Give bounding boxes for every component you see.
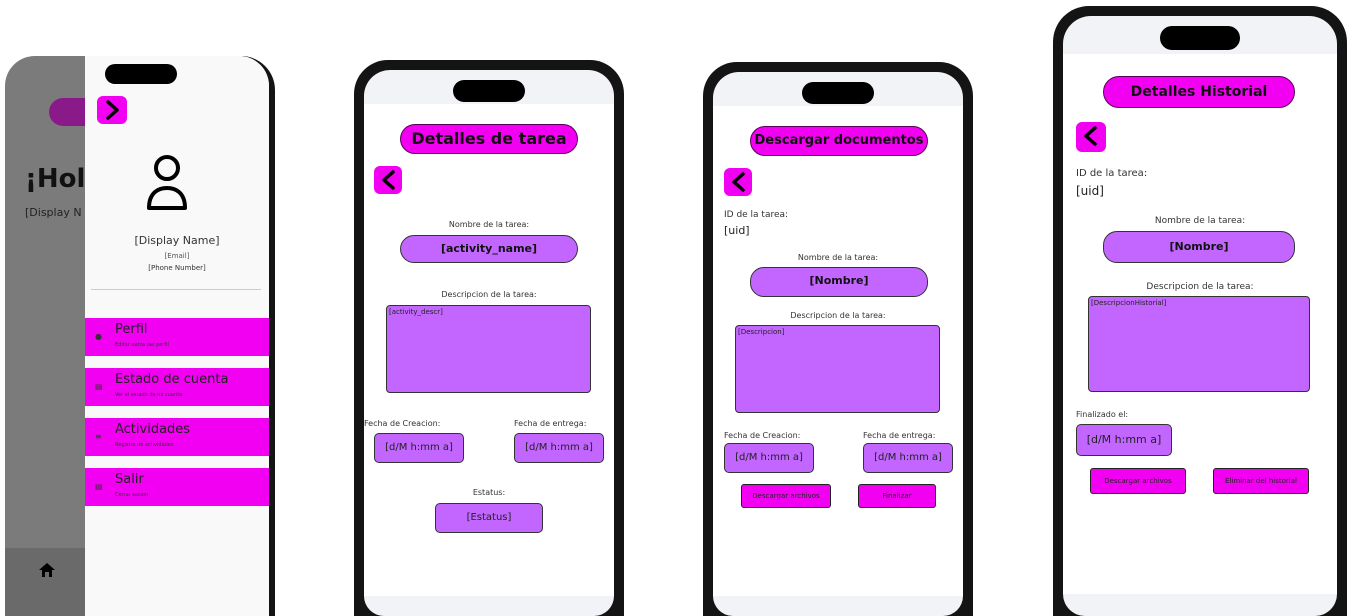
task-details-screen: Detalles de tarea Nombre de la tarea: [a…: [364, 70, 614, 616]
history-screen: Detalles Historial ID de la tarea: [uid]…: [1063, 16, 1337, 616]
name-field[interactable]: [activity_name]: [400, 235, 578, 263]
greeting-text: ¡Hol: [25, 164, 86, 194]
desc-label: Descripcion de la tarea:: [441, 290, 537, 299]
due-date-field[interactable]: [d/M h:mm a]: [863, 443, 953, 473]
back-button[interactable]: [374, 166, 402, 194]
account-icon: ▤: [95, 382, 103, 391]
chevron-left-icon: [732, 172, 745, 192]
notch: [453, 80, 525, 102]
person-icon: ●: [95, 332, 102, 341]
chevron-right-icon: [106, 100, 119, 120]
menu-item-salir[interactable]: ▤ Salir Cerrar sesion: [85, 468, 269, 506]
id-label: ID de la tarea:: [724, 210, 789, 220]
drawer-display-name: [Display Name]: [134, 234, 220, 247]
drawer-divider: [91, 289, 261, 290]
drawer-email: [Email]: [164, 252, 190, 260]
name-field[interactable]: [Nombre]: [1103, 231, 1295, 263]
description-field[interactable]: [Descripcion]: [735, 325, 940, 413]
scrim-background[interactable]: ¡Hol [Display N: [5, 56, 99, 616]
drawer-screen: ¡Hol [Display N [Display Name] [Email] […: [5, 56, 269, 616]
name-label: Nombre de la tarea:: [1154, 216, 1246, 226]
activities-icon: ≡: [95, 432, 102, 441]
menu-item-subtitle: Editar datos del perfil: [115, 342, 169, 348]
navigation-drawer: [Display Name] [Email] [Phone Number] ● …: [85, 56, 269, 616]
menu-item-perfil[interactable]: ● Perfil Editar datos del perfil: [85, 318, 269, 356]
menu-item-estado-de-cuenta[interactable]: ▤ Estado de cuenta Ver el estado de mi c…: [85, 368, 269, 406]
display-name-partial: [Display N: [25, 206, 82, 219]
status-field[interactable]: [Estatus]: [435, 503, 543, 533]
menu-item-title: Perfil: [115, 322, 148, 337]
phone-drawer: ¡Hol [Display N [Display Name] [Email] […: [5, 56, 275, 616]
drawer-phone: [Phone Number]: [148, 264, 206, 272]
created-date-field[interactable]: [d/M h:mm a]: [374, 433, 464, 463]
download-screen: Descargar documentos ID de la tarea: [ui…: [713, 72, 963, 616]
id-value: [uid]: [1076, 184, 1104, 198]
logout-icon: ▤: [95, 482, 103, 491]
user-icon: [145, 154, 189, 216]
download-files-button[interactable]: Descargar archivos: [1090, 468, 1186, 494]
finished-label: Finalizado el:: [1076, 410, 1129, 419]
menu-item-subtitle: Registro de actividades: [115, 442, 174, 448]
due-date-field[interactable]: [d/M h:mm a]: [514, 433, 604, 463]
menu-item-subtitle: Cerrar sesion: [115, 492, 149, 498]
bottom-nav: [5, 548, 85, 616]
status-label: Estatus:: [472, 488, 506, 497]
id-value: [uid]: [724, 224, 750, 237]
home-icon[interactable]: [39, 562, 55, 581]
task-details-content: Detalles de tarea Nombre de la tarea: [a…: [364, 104, 614, 596]
back-button[interactable]: [724, 168, 752, 196]
page-title: Descargar documentos: [750, 126, 928, 156]
id-label: ID de la tarea:: [1076, 168, 1148, 179]
page-title: Detalles Historial: [1103, 76, 1295, 108]
created-label: Fecha de Creacion:: [724, 431, 801, 440]
back-button[interactable]: [1076, 122, 1106, 152]
description-field[interactable]: [activity_descr]: [386, 305, 591, 393]
menu-item-title: Estado de cuenta: [115, 372, 229, 387]
due-label: Fecha de entrega:: [863, 431, 936, 440]
created-date-field[interactable]: [d/M h:mm a]: [724, 443, 814, 473]
finish-button[interactable]: Finalizar: [858, 484, 936, 508]
history-content: Detalles Historial ID de la tarea: [uid]…: [1063, 54, 1337, 594]
chevron-left-icon: [1084, 126, 1097, 146]
name-label: Nombre de la tarea:: [448, 220, 530, 229]
notch: [802, 82, 874, 104]
notch: [105, 64, 177, 84]
due-label: Fecha de entrega:: [514, 419, 587, 428]
menu-item-subtitle: Ver el estado de mi cuenta: [115, 392, 183, 398]
notch: [1160, 26, 1240, 50]
finished-date-field[interactable]: [d/M h:mm a]: [1076, 424, 1172, 456]
page-title: Detalles de tarea: [400, 124, 578, 154]
phone-download-documents: Descargar documentos ID de la tarea: [ui…: [703, 62, 973, 616]
desc-label: Descripcion de la tarea:: [790, 311, 886, 320]
download-content: Descargar documentos ID de la tarea: [ui…: [713, 106, 963, 596]
name-label: Nombre de la tarea:: [797, 253, 879, 262]
created-label: Fecha de Creacion:: [364, 419, 441, 428]
menu-item-title: Actividades: [115, 422, 191, 437]
description-field[interactable]: [DescripcionHistorial]: [1088, 296, 1310, 392]
menu-item-actividades[interactable]: ≡ Actividades Registro de actividades: [85, 418, 269, 456]
desc-label: Descripcion de la tarea:: [1146, 282, 1254, 292]
name-field[interactable]: [Nombre]: [750, 267, 928, 297]
drawer-toggle-button[interactable]: [97, 96, 127, 124]
download-files-button[interactable]: Descargar archivos: [741, 484, 831, 508]
phone-task-details: Detalles de tarea Nombre de la tarea: [a…: [354, 60, 624, 616]
delete-history-button[interactable]: Eliminar del historial: [1213, 468, 1309, 494]
menu-item-title: Salir: [115, 472, 144, 487]
chevron-left-icon: [382, 170, 395, 190]
phone-history-details: Detalles Historial ID de la tarea: [uid]…: [1053, 6, 1347, 616]
